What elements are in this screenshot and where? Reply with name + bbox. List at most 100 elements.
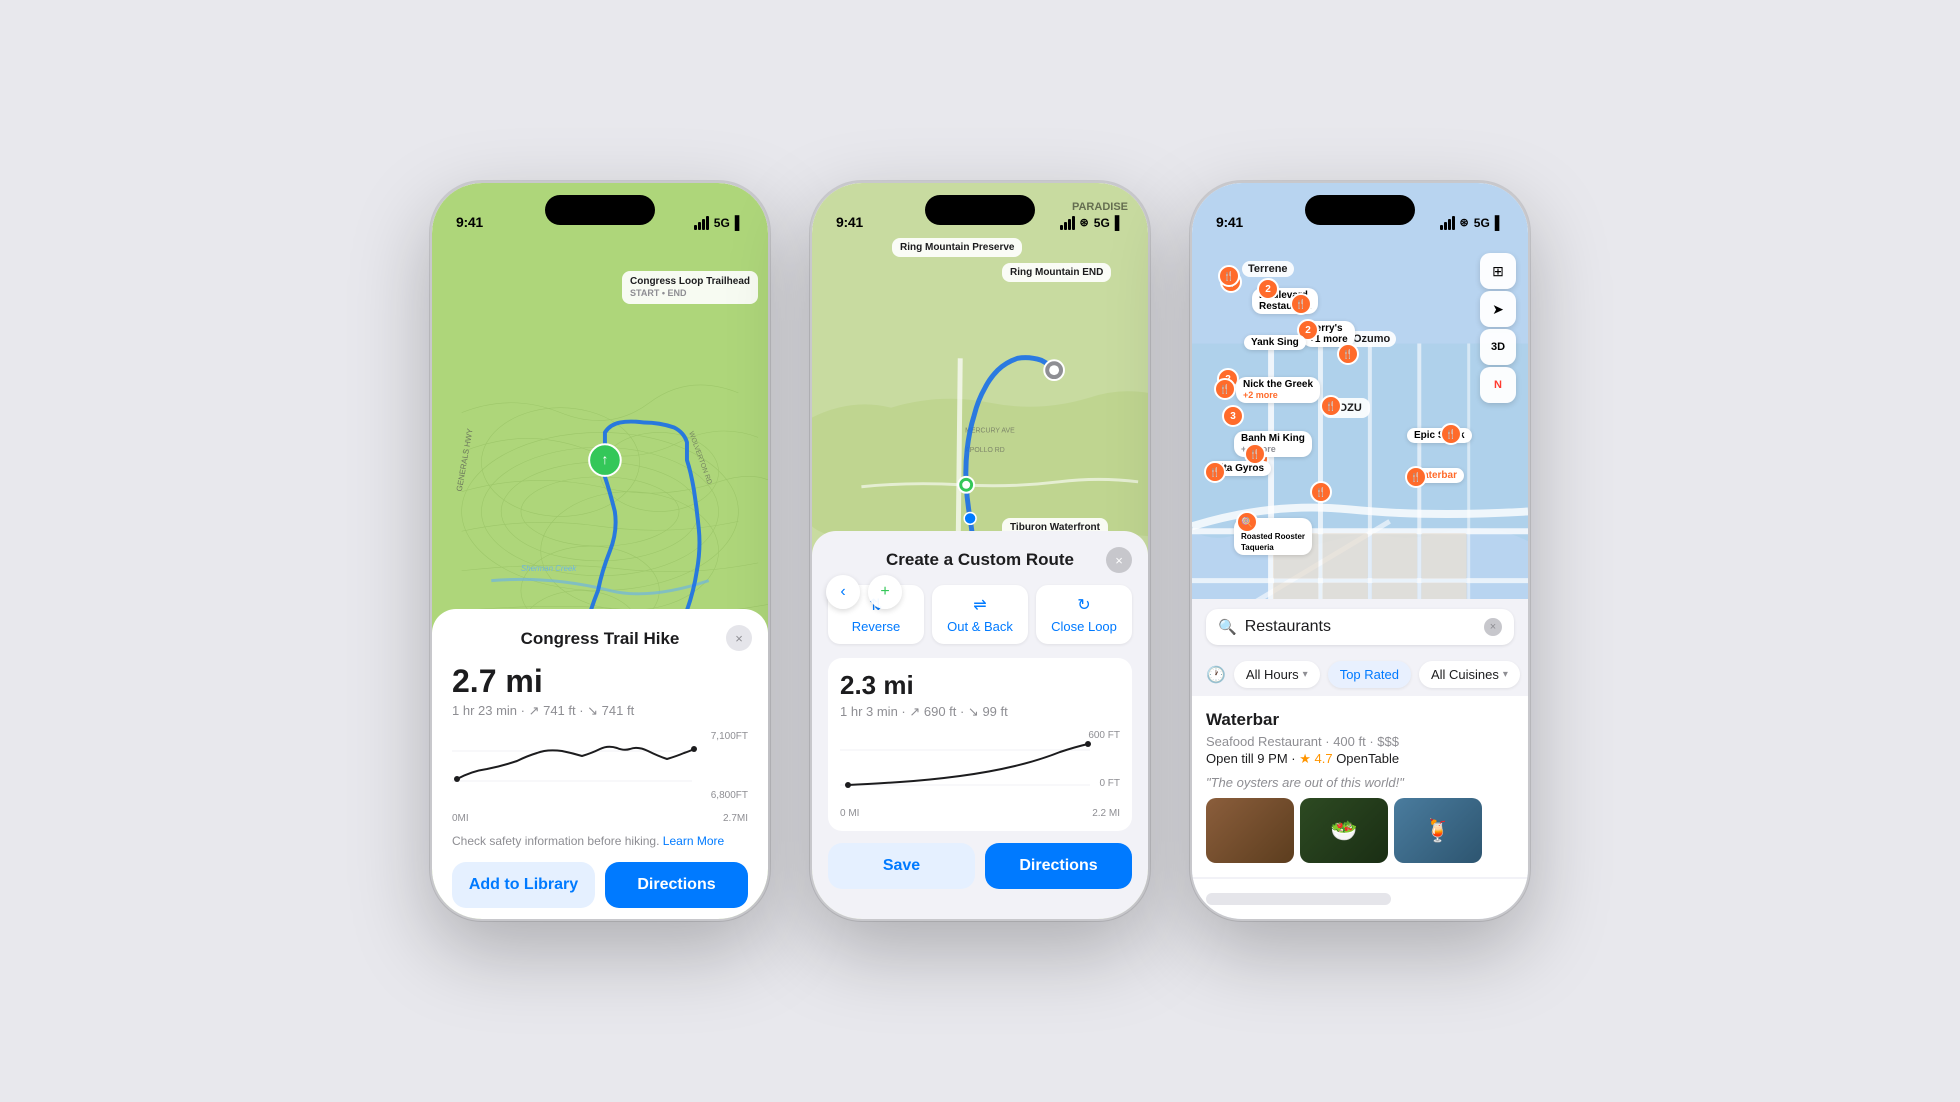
top-rated-filter[interactable]: Top Rated (1328, 661, 1411, 688)
route-elevation-low: 0 FT (1099, 778, 1120, 789)
signal-2 (1060, 216, 1075, 230)
action-buttons: Add to Library Directions (452, 862, 748, 908)
svg-text:Sherman Creek: Sherman Creek (521, 564, 577, 573)
dynamic-island-3 (1305, 195, 1415, 225)
restaurant-meta: Seafood Restaurant · 400 ft · $$$ (1206, 734, 1514, 749)
restaurant-card-waterbar[interactable]: Waterbar Seafood Restaurant · 400 ft · $… (1192, 696, 1528, 877)
svg-text:APOLLO RD: APOLLO RD (965, 447, 1005, 454)
close-loop-button[interactable]: ↻ Close Loop (1036, 585, 1132, 644)
search-box[interactable]: 🔍 Restaurants × (1206, 609, 1514, 645)
route-distance: 2.3 mi (840, 670, 1120, 701)
status-icons-1: 5G ▌ (694, 215, 744, 230)
time-2: 9:41 (836, 214, 863, 230)
next-card-placeholder (1206, 893, 1391, 905)
svg-text:MERCURY AVE: MERCURY AVE (965, 427, 1015, 434)
route-sheet-title: Create a Custom Route (854, 550, 1106, 570)
route-distance-labels: 0 MI 2.2 MI (840, 808, 1120, 819)
time-3: 9:41 (1216, 214, 1243, 230)
search-query: Restaurants (1245, 618, 1476, 636)
food-pin-10: 🍭 (1236, 511, 1258, 533)
food-pin-5: 🍴 (1320, 395, 1342, 417)
route-elevation-high: 600 FT (1088, 730, 1120, 741)
3d-button[interactable]: 3D (1480, 329, 1516, 365)
pin-yank-sing: Yank Sing (1244, 335, 1306, 350)
map-controls: ⊞ ➤ 3D N (1480, 253, 1516, 403)
restaurant-photos: 🥗 🍹 (1206, 798, 1514, 863)
food-pin-waterbar: 🍴 (1405, 466, 1427, 488)
custom-route-sheet: Create a Custom Route × ⇅ Reverse ⇌ Out … (812, 531, 1148, 919)
route-stats: 1 hr 3 min · ↗ 690 ft · ↘ 99 ft (840, 704, 1120, 720)
signal-3 (1440, 216, 1455, 230)
search-area: 🔍 Restaurants × (1192, 599, 1528, 653)
restaurant-name: Waterbar (1206, 710, 1514, 730)
phone-3: 🍴 Terrene BoulevardRestaurant Perry's+1 … (1190, 181, 1530, 921)
signal-1 (694, 216, 709, 230)
food-pin-7: 🍴 (1244, 443, 1266, 465)
learn-more-link[interactable]: Learn More (663, 834, 724, 848)
restaurant-quote: "The oysters are out of this world!" (1206, 775, 1514, 790)
safety-info: Check safety information before hiking. … (452, 834, 748, 848)
phones-container: GENERALS HWY WOLVERTON RD FOREST DR Sher… (430, 181, 1530, 921)
search-icon: 🔍 (1218, 618, 1237, 636)
status-icons-2: ⊛ 5G ▌ (1060, 215, 1124, 230)
directions-button-1[interactable]: Directions (605, 862, 748, 908)
sheet-header: Create a Custom Route × (828, 547, 1132, 573)
filter-row: 🕐 All Hours ▾ Top Rated All Cuisines ▾ (1192, 653, 1528, 696)
chevron-icon-hours: ▾ (1303, 669, 1308, 680)
clock-filter-icon: 🕐 (1206, 665, 1226, 685)
pin-nick-greek: Nick the Greek+2 more (1236, 377, 1320, 403)
restaurant-photo-1 (1206, 798, 1294, 863)
ring-mountain-preserve-label: Ring Mountain Preserve (892, 238, 1022, 257)
restaurants-sheet: 🔍 Restaurants × 🕐 All Hours ▾ Top Rated (1192, 599, 1528, 919)
search-clear-button[interactable]: × (1484, 618, 1502, 636)
svg-text:GENERALS HWY: GENERALS HWY (455, 427, 475, 492)
chevron-icon-cuisines: ▾ (1503, 669, 1508, 680)
food-pin-3: 🍴 (1337, 343, 1359, 365)
svg-text:WOLVERTON RD: WOLVERTON RD (687, 431, 713, 486)
out-back-button[interactable]: ⇌ Out & Back (932, 585, 1028, 644)
layers-button[interactable]: ⊞ (1480, 253, 1516, 289)
status-icons-3: ⊛ 5G ▌ (1440, 215, 1504, 230)
location-button[interactable]: ➤ (1480, 291, 1516, 327)
elevation-labels: 7,100FT 6,800FT (711, 731, 748, 801)
food-pin-9: 🍴 (1310, 481, 1332, 503)
hike-stats: 1 hr 23 min · ↗ 741 ft · ↘ 741 ft (452, 703, 748, 719)
route-stats-area: 2.3 mi 1 hr 3 min · ↗ 690 ft · ↘ 99 ft (828, 658, 1132, 831)
directions-button-2[interactable]: Directions (985, 843, 1132, 889)
time-1: 9:41 (456, 214, 483, 230)
all-cuisines-filter[interactable]: All Cuisines ▾ (1419, 661, 1520, 688)
dynamic-island (545, 195, 655, 225)
restaurant-status: Open till 9 PM · ★ 4.7 OpenTable (1206, 751, 1514, 767)
add-to-library-button[interactable]: Add to Library (452, 862, 595, 908)
ring-mountain-end-label: Ring Mountain END (1002, 263, 1111, 282)
battery-1: ▌ (735, 215, 744, 230)
close-sheet-button[interactable]: × (726, 625, 752, 651)
close-loop-icon: ↻ (1077, 595, 1090, 615)
wifi-3: ⊛ (1460, 216, 1469, 229)
network-3: 5G (1474, 216, 1490, 230)
restaurant-photo-3: 🍹 (1394, 798, 1482, 863)
battery-2: ▌ (1115, 215, 1124, 230)
phone-2: MERCURY AVE APOLLO RD PARADISE DRIVE LIT… (810, 181, 1150, 921)
food-pin-8: 🍴 (1204, 461, 1226, 483)
food-pin-6: 🍴 (1440, 423, 1462, 445)
pin-count-3: 3 (1222, 405, 1244, 427)
pin-terrene: Terrene (1242, 261, 1294, 277)
save-route-button[interactable]: Save (828, 843, 975, 889)
route-action-row: Save Directions (828, 843, 1132, 889)
battery-3: ▌ (1495, 215, 1504, 230)
back-button[interactable]: ‹ (826, 575, 860, 609)
pin-count-2a: 2 (1257, 278, 1279, 300)
add-waypoint-button[interactable]: + (868, 575, 902, 609)
close-route-button[interactable]: × (1106, 547, 1132, 573)
all-hours-filter[interactable]: All Hours ▾ (1234, 661, 1320, 688)
compass-button[interactable]: N (1480, 367, 1516, 403)
elevation-chart-1: 7,100FT 6,800FT (452, 731, 748, 801)
phone-1: GENERALS HWY WOLVERTON RD FOREST DR Sher… (430, 181, 770, 921)
svg-text:↑: ↑ (601, 451, 608, 467)
food-pin-2: 🍴 (1290, 293, 1312, 315)
wifi-2: ⊛ (1080, 216, 1089, 229)
hike-title: Congress Trail Hike (452, 629, 748, 649)
trail-info-sheet: × Congress Trail Hike 2.7 mi 1 hr 23 min… (432, 609, 768, 919)
food-pin-4: 🍴 (1214, 378, 1236, 400)
